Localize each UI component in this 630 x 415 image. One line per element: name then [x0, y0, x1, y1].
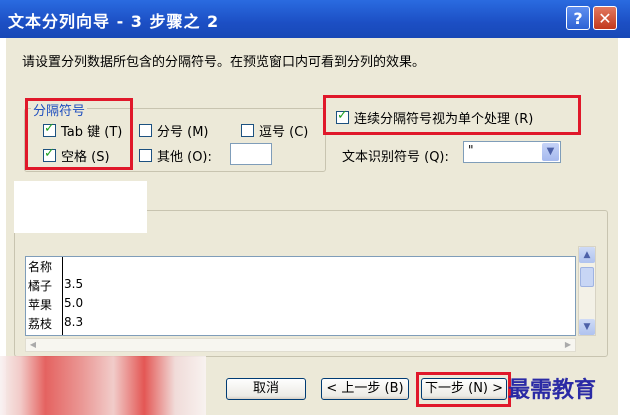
instruction-text: 请设置分列数据所包含的分隔符号。在预览窗口内可看到分列的效果。 — [22, 55, 426, 70]
preview-row: 苹果 5.0 — [28, 296, 83, 313]
preview-row: 荔枝 8.3 — [28, 315, 83, 332]
scroll-left-icon[interactable]: ◀ — [26, 339, 40, 351]
other-input[interactable] — [230, 143, 272, 165]
preview-cell: 3.5 — [64, 277, 84, 291]
preview-row: 橘子 3.5 — [28, 277, 83, 294]
scroll-down-icon[interactable]: ▼ — [579, 319, 595, 335]
text-qualifier-value: " — [468, 143, 474, 157]
text-qualifier-select[interactable]: " ▼ — [463, 141, 561, 163]
comma-checkbox[interactable] — [241, 124, 254, 137]
window-title: 文本分列向导 - 3 步骤之 2 — [8, 12, 220, 31]
preview-cell: 名称 — [28, 260, 53, 274]
semicolon-checkbox[interactable] — [139, 124, 152, 137]
preview-cell: 苹果 — [28, 298, 53, 312]
other-label: 其他 (O): — [157, 150, 212, 165]
scroll-right-icon[interactable]: ▶ — [561, 339, 575, 351]
preview-cell: 8.3 — [64, 315, 84, 329]
other-checkbox[interactable] — [139, 149, 152, 162]
highlight-next — [416, 372, 511, 407]
highlight-delimiters — [25, 98, 133, 170]
column-divider — [62, 257, 63, 335]
blurred-region — [0, 356, 206, 415]
preview-cell: 5.0 — [64, 296, 84, 310]
preview-cell: 荔枝 — [28, 317, 53, 331]
occlusion-patch — [14, 181, 147, 233]
preview-horizontal-scrollbar[interactable]: ◀ ▶ — [25, 338, 576, 352]
back-button[interactable]: < 上一步 (B) — [321, 378, 409, 400]
highlight-consecutive — [323, 95, 581, 135]
scroll-thumb[interactable] — [580, 267, 594, 287]
watermark-text: 最需教育 — [508, 377, 597, 403]
cancel-button[interactable]: 取消 — [226, 378, 306, 400]
preview-pane[interactable]: 名称 橘子 3.5 苹果 5.0 荔枝 8.3 — [25, 256, 576, 336]
text-qualifier-label: 文本识别符号 (Q): — [342, 150, 449, 165]
chevron-down-icon[interactable]: ▼ — [542, 143, 559, 161]
preview-row: 名称 — [28, 258, 52, 275]
semicolon-label: 分号 (M) — [157, 125, 209, 140]
comma-label: 逗号 (C) — [259, 125, 309, 140]
preview-cell: 橘子 — [28, 279, 53, 293]
close-button[interactable]: ✕ — [593, 6, 617, 30]
preview-vertical-scrollbar[interactable]: ▲ ▼ — [578, 246, 596, 336]
title-bar: 文本分列向导 - 3 步骤之 2 ? ✕ — [0, 0, 630, 38]
scroll-up-icon[interactable]: ▲ — [579, 247, 595, 263]
help-button[interactable]: ? — [566, 6, 590, 30]
